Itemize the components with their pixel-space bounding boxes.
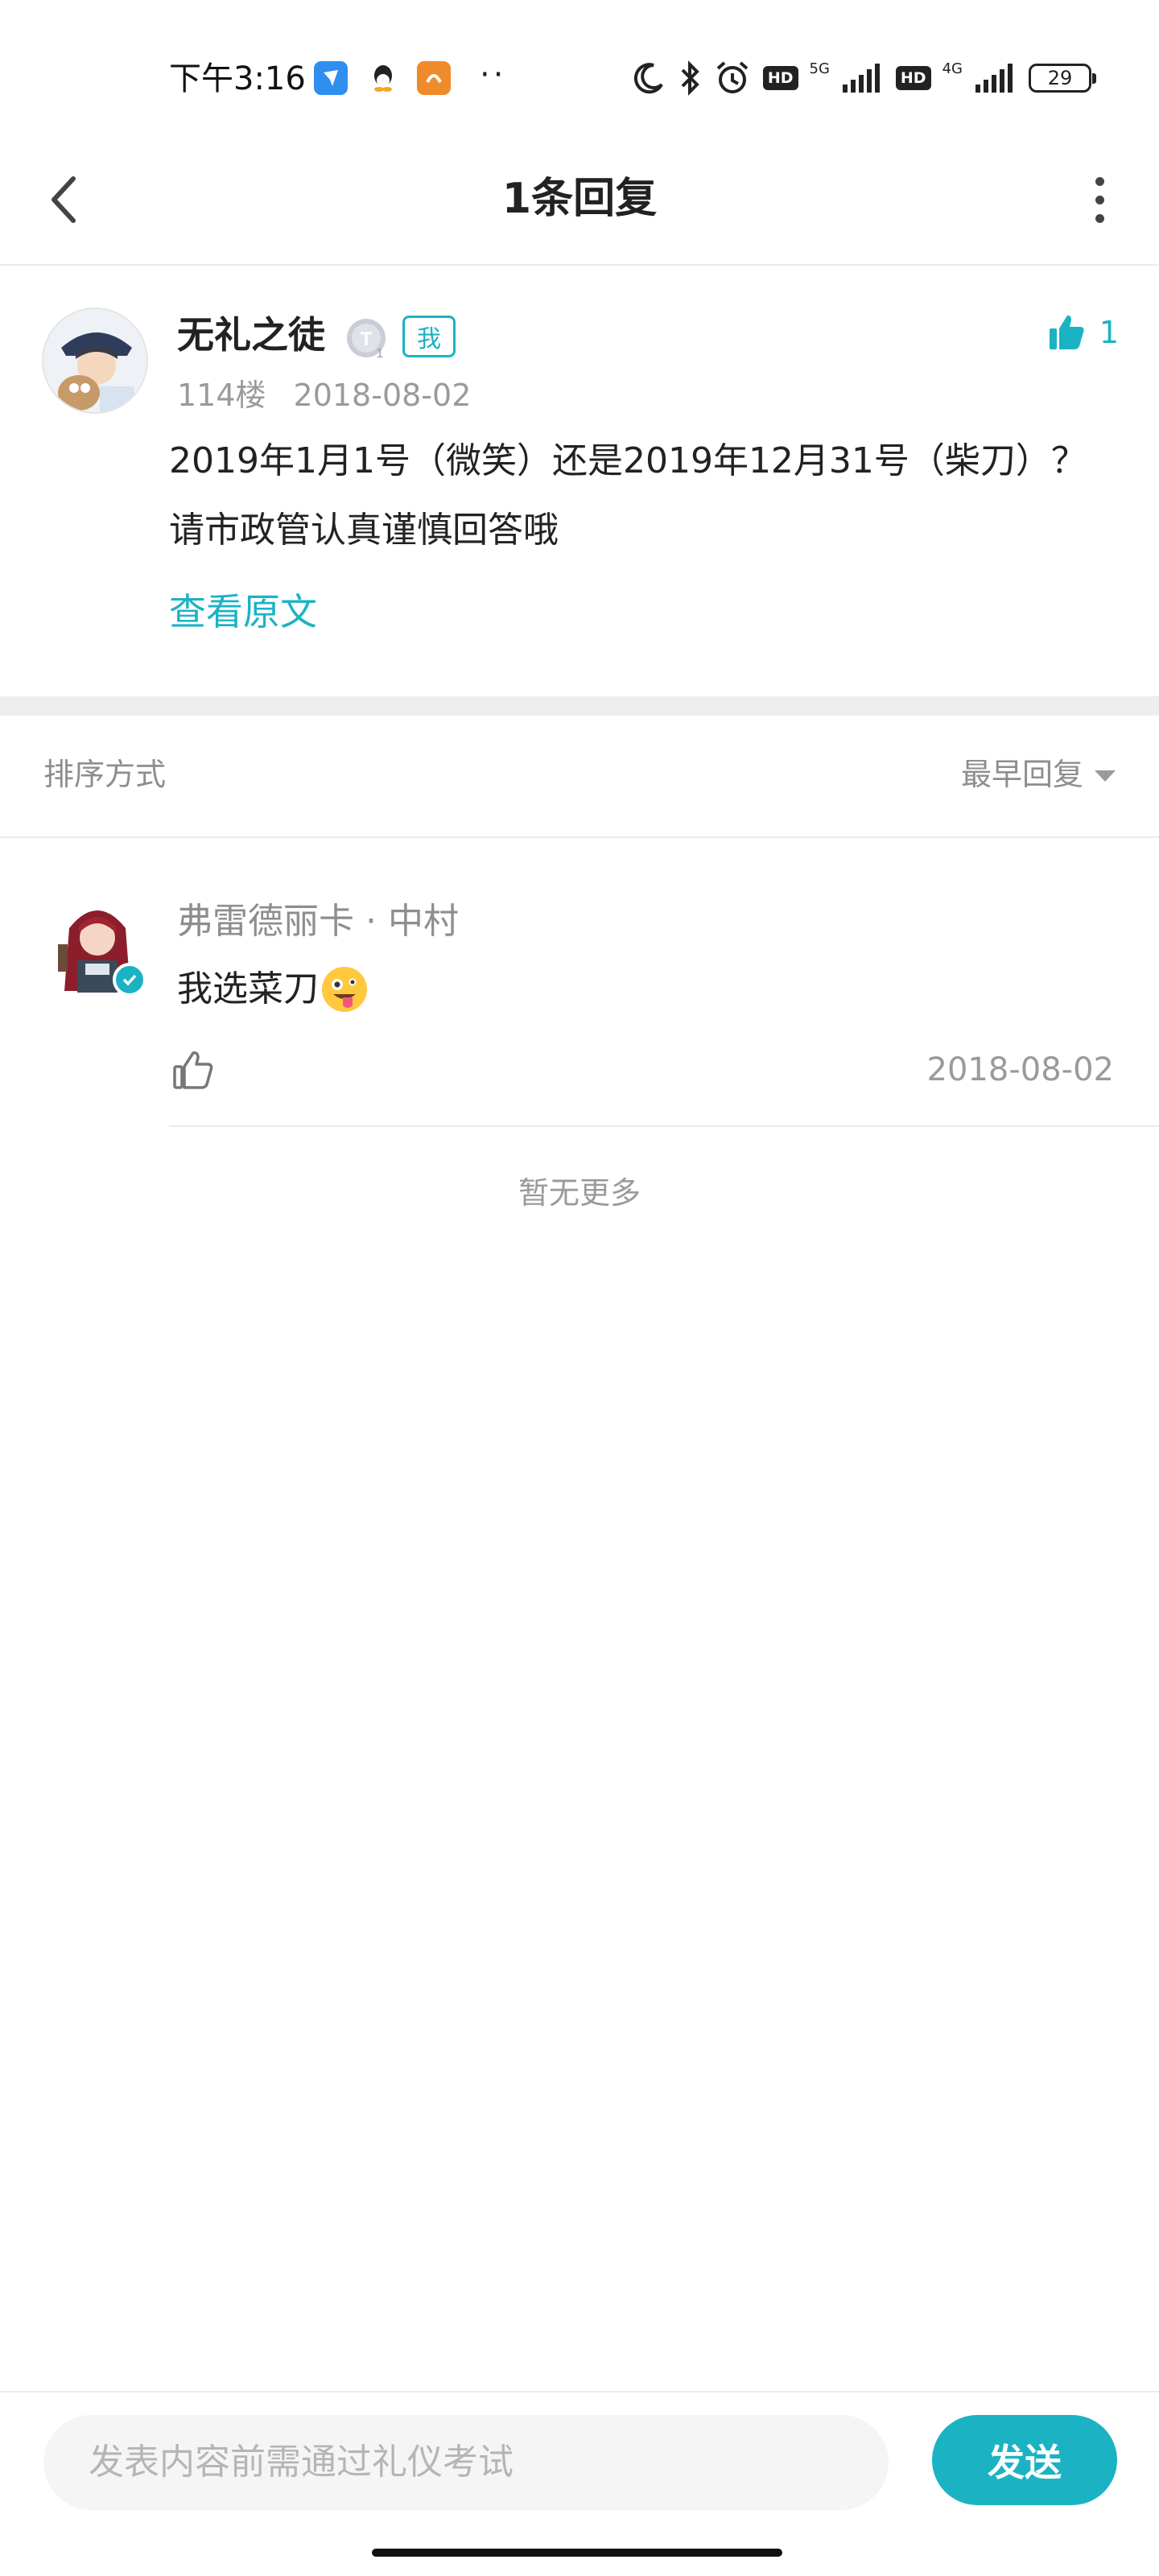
dingtalk-icon xyxy=(314,61,348,95)
sort-dropdown[interactable]: 最早回复 xyxy=(961,754,1116,795)
battery-level: 29 xyxy=(1047,67,1073,89)
status-icons: HD 5G HD 4G 29 xyxy=(631,58,1096,98)
page-title: 1条回复 xyxy=(501,175,658,223)
uc-browser-icon xyxy=(417,61,451,95)
reply-separator xyxy=(169,1125,1159,1127)
reply-text: 我选菜刀 xyxy=(177,968,319,1009)
author-avatar[interactable] xyxy=(42,308,148,414)
hd-badge: HD xyxy=(762,66,798,90)
like-button[interactable]: 1 xyxy=(1046,312,1119,353)
like-count: 1 xyxy=(1099,315,1119,350)
section-divider xyxy=(0,696,1159,716)
svg-text:T: T xyxy=(361,328,373,350)
send-button[interactable]: 发送 xyxy=(932,2415,1117,2505)
original-comment: 无礼之徒 T 1 我 114楼 2018-08-02 1 2019年1月1号（微笑… xyxy=(0,266,1159,696)
top-nav-bar: 1条回复 xyxy=(0,145,1159,266)
sort-bar: 排序方式 最早回复 xyxy=(0,716,1159,838)
more-dot xyxy=(1095,176,1104,186)
bluetooth-icon xyxy=(681,60,699,96)
reply-date: 2018-08-02 xyxy=(926,1051,1114,1088)
home-indicator[interactable] xyxy=(372,2549,782,2557)
more-notifications-icon: ·· xyxy=(480,56,507,93)
battery-indicator: 29 xyxy=(1029,64,1096,93)
view-original-link[interactable]: 查看原文 xyxy=(169,580,317,644)
post-meta: 114楼 2018-08-02 xyxy=(177,375,471,415)
signal-icon-2 xyxy=(975,64,1013,93)
comment-composer: 发表内容前需通过礼仪考试 发送 xyxy=(0,2391,1159,2533)
signal-icon xyxy=(842,64,880,93)
qq-icon xyxy=(366,61,400,95)
network-type-1: 5G xyxy=(809,60,830,77)
zany-face-emoji-icon xyxy=(322,967,367,1012)
more-dot xyxy=(1095,213,1104,223)
comment-input[interactable]: 发表内容前需通过礼仪考试 xyxy=(43,2415,889,2510)
status-time: 下午3:16 xyxy=(169,60,306,97)
me-badge: 我 xyxy=(402,316,456,357)
no-more-label: 暂无更多 xyxy=(518,1175,641,1211)
hd-badge-2: HD xyxy=(895,66,931,90)
level-badge-icon: T 1 xyxy=(347,319,386,361)
caret-down-icon xyxy=(1095,770,1116,782)
reply-content: 我选菜刀 xyxy=(177,965,367,1013)
floor-number: 114楼 xyxy=(177,378,266,413)
reply-author[interactable]: 弗雷德丽卡 · 中村 xyxy=(177,898,459,946)
reply-item: 弗雷德丽卡 · 中村 我选菜刀 2018-08-02 xyxy=(0,838,1159,1128)
post-content: 2019年1月1号（微笑）还是2019年12月31号（柴刀）？请市政管认真谨慎回… xyxy=(169,440,1087,551)
alarm-icon xyxy=(716,61,749,93)
network-type-2: 4G xyxy=(942,60,963,77)
status-bar: 下午3:16 ·· HD 5G HD 4G 29 xyxy=(0,0,1159,145)
thumbs-up-filled-icon xyxy=(1049,315,1084,349)
thumbs-up-icon[interactable] xyxy=(171,1047,216,1092)
post-date: 2018-08-02 xyxy=(293,378,472,413)
svg-text:1: 1 xyxy=(377,347,384,361)
author-name[interactable]: 无礼之徒 xyxy=(177,311,325,359)
more-options-button[interactable] xyxy=(1075,167,1124,232)
sort-selected: 最早回复 xyxy=(960,757,1083,792)
more-dot xyxy=(1095,195,1104,204)
moon-icon xyxy=(633,63,663,94)
verified-badge-icon xyxy=(113,963,146,997)
sort-label: 排序方式 xyxy=(43,757,167,792)
